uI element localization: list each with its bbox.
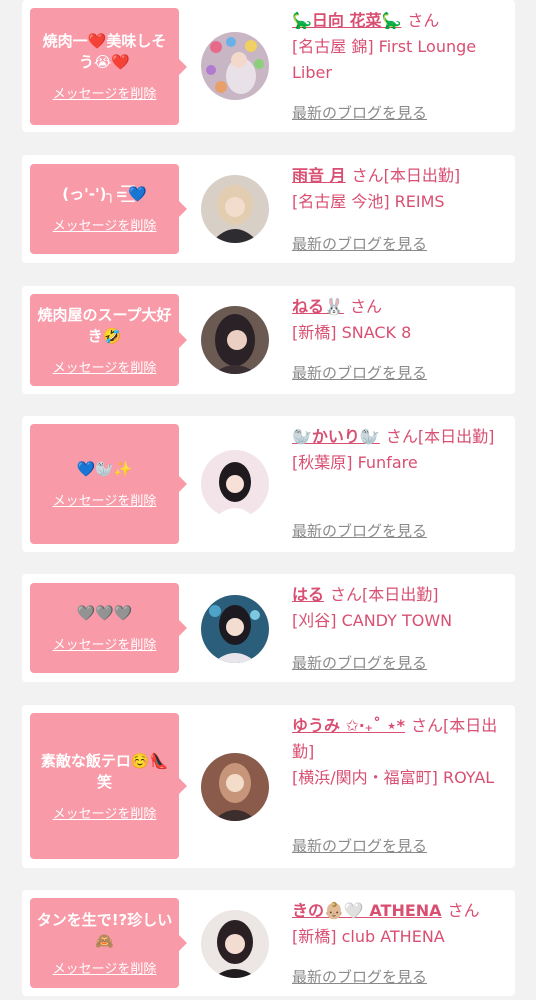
message-bubble: 焼肉一❤️美味しそう😭❤️ メッセージを削除 [30, 8, 187, 125]
avatar[interactable] [201, 306, 269, 374]
message-bubble: タンを生で!?珍しい🙈 メッセージを削除 [30, 898, 187, 988]
latest-blog-link[interactable]: 最新のブログを見る [292, 102, 427, 123]
avatar[interactable] [201, 450, 269, 518]
latest-blog-link[interactable]: 最新のブログを見る [292, 233, 427, 254]
cast-name-link[interactable]: 雨音 月 [292, 166, 346, 185]
shop-label: [名古屋 錦] First Lounge Liber [292, 37, 477, 82]
delete-message-link[interactable]: メッセージを削除 [53, 357, 157, 376]
cast-info: 🦭かいり🦭 さん[本日出勤] [秋葉原] Funfare [292, 424, 507, 476]
status-badge: [本日出勤] [362, 585, 439, 604]
cast-info: 雨音 月さん[本日出勤] [名古屋 今池] REIMS [292, 163, 507, 215]
shop-label: [刈谷] CANDY TOWN [292, 611, 453, 630]
cast-name-link[interactable]: ねる🐰 [292, 297, 344, 316]
latest-blog-link[interactable]: 最新のブログを見る [292, 966, 427, 987]
message-bubble: 🩶🩶🩶 メッセージを削除 [30, 583, 187, 673]
message-text: 🩶🩶🩶 [76, 604, 133, 622]
message-card: (っ'-')╮=͟͟͞͞💙 メッセージを削除 雨音 月さん[本日出勤] [名古屋… [22, 155, 515, 263]
status-badge: [本日出勤] [417, 427, 495, 446]
shop-label: [新橋] SNACK 8 [292, 323, 412, 342]
delete-message-link[interactable]: メッセージを削除 [53, 215, 157, 234]
san-label: さん [385, 427, 418, 446]
cast-name-link[interactable]: ゆうみ ✩‧₊˚ ⋆* [292, 716, 405, 735]
delete-message-link[interactable]: メッセージを削除 [53, 958, 157, 977]
message-text: (っ'-')╮=͟͟͞͞💙 [62, 185, 147, 203]
avatar[interactable] [201, 595, 269, 663]
cast-info: はる さん[本日出勤] [刈谷] CANDY TOWN [292, 582, 507, 634]
latest-blog-link[interactable]: 最新のブログを見る [292, 520, 427, 541]
latest-blog-link[interactable]: 最新のブログを見る [292, 835, 427, 856]
san-label: さん [410, 716, 443, 735]
message-card: 💙🦭✨ メッセージを削除 🦭かいり🦭 さん[本日出勤] [秋葉原] Funfare… [22, 416, 515, 552]
cast-name-link[interactable]: 🦕日向 花菜🦕 [292, 11, 401, 30]
cast-info: きの👶🏼🤍 ATHENA さん [新橋] club ATHENA [292, 898, 507, 950]
cast-info: ねる🐰 さん [新橋] SNACK 8 [292, 294, 507, 346]
san-label: さん [447, 901, 480, 920]
message-text: タンを生で!?珍しい🙈 [36, 910, 173, 950]
cast-name-link[interactable]: はる [292, 585, 324, 604]
cast-name-link[interactable]: 🦭かいり🦭 [292, 427, 380, 446]
message-text: 焼肉屋のスープ大好き🤣 [37, 305, 172, 345]
delete-message-link[interactable]: メッセージを削除 [53, 83, 157, 102]
message-bubble: 焼肉屋のスープ大好き🤣 メッセージを削除 [30, 294, 187, 386]
san-label: さん [349, 297, 382, 316]
shop-label: [秋葉原] Funfare [292, 453, 418, 472]
san-label: さん [351, 166, 384, 185]
message-card: 素敵な飯テロ☺️👠笑 メッセージを削除 ゆうみ ✩‧₊˚ ⋆* さん[本日出勤] … [22, 705, 515, 868]
latest-blog-link[interactable]: 最新のブログを見る [292, 362, 427, 383]
delete-message-link[interactable]: メッセージを削除 [53, 634, 157, 653]
message-text: 素敵な飯テロ☺️👠笑 [40, 751, 169, 791]
message-bubble: 素敵な飯テロ☺️👠笑 メッセージを削除 [30, 713, 187, 859]
avatar[interactable] [201, 32, 269, 100]
message-list: 焼肉一❤️美味しそう😭❤️ メッセージを削除 🦕日向 花菜🦕 さん [名古屋 錦]… [0, 0, 536, 1000]
message-text: 💙🦭✨ [76, 460, 133, 478]
cast-info: 🦕日向 花菜🦕 さん [名古屋 錦] First Lounge Liber [292, 8, 507, 86]
shop-label: [名古屋 今池] REIMS [292, 192, 445, 211]
message-card: 焼肉屋のスープ大好き🤣 メッセージを削除 ねる🐰 さん [新橋] SNACK 8 … [22, 286, 515, 394]
message-card: 🩶🩶🩶 メッセージを削除 はる さん[本日出勤] [刈谷] CANDY TOWN … [22, 574, 515, 682]
shop-label: [新橋] club ATHENA [292, 927, 445, 946]
delete-message-link[interactable]: メッセージを削除 [53, 803, 157, 822]
status-badge: [本日出勤] [383, 166, 461, 185]
san-label: さん [330, 585, 363, 604]
avatar[interactable] [201, 175, 269, 243]
latest-blog-link[interactable]: 最新のブログを見る [292, 652, 427, 673]
message-bubble: 💙🦭✨ メッセージを削除 [30, 424, 187, 544]
cast-name-link[interactable]: きの👶🏼🤍 ATHENA [292, 901, 442, 920]
message-bubble: (っ'-')╮=͟͟͞͞💙 メッセージを削除 [30, 164, 187, 254]
message-text: 焼肉一❤️美味しそう😭❤️ [42, 32, 167, 71]
message-card: タンを生で!?珍しい🙈 メッセージを削除 きの👶🏼🤍 ATHENA さん [新橋]… [22, 890, 515, 996]
cast-info: ゆうみ ✩‧₊˚ ⋆* さん[本日出勤] [横浜/関内・福富町] ROYAL [292, 713, 507, 791]
message-card: 焼肉一❤️美味しそう😭❤️ メッセージを削除 🦕日向 花菜🦕 さん [名古屋 錦]… [22, 0, 515, 132]
avatar[interactable] [201, 910, 269, 978]
delete-message-link[interactable]: メッセージを削除 [53, 490, 157, 509]
shop-label: [横浜/関内・福富町] ROYAL [292, 768, 495, 787]
avatar[interactable] [201, 753, 269, 821]
san-label: さん [407, 11, 440, 30]
